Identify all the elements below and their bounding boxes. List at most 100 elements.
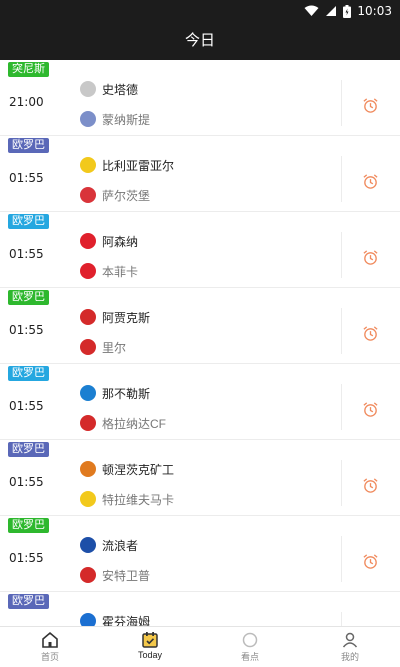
away-team-logo-icon bbox=[80, 187, 96, 203]
home-team-name: 比利亚雷亚尔 bbox=[102, 158, 175, 173]
match-time: 01:55 bbox=[9, 399, 44, 413]
status-time: 10:03 bbox=[357, 4, 392, 18]
match-row[interactable]: 欧罗巴 01:55 流浪者安特卫普 bbox=[0, 516, 400, 592]
away-team: 本菲卡 bbox=[80, 262, 138, 280]
alarm-clock-icon[interactable] bbox=[362, 401, 379, 418]
match-time: 01:55 bbox=[9, 323, 44, 337]
league-badge: 欧罗巴 bbox=[8, 518, 49, 533]
tab-home[interactable]: 首页 bbox=[0, 627, 100, 667]
divider bbox=[341, 156, 342, 202]
page-title: 今日 bbox=[0, 22, 400, 60]
divider bbox=[341, 536, 342, 582]
away-team-logo-icon bbox=[80, 263, 96, 279]
alarm-clock-icon[interactable] bbox=[362, 249, 379, 266]
home-team-name: 顿涅茨克矿工 bbox=[102, 462, 175, 477]
home-team-name: 史塔德 bbox=[102, 82, 139, 97]
away-team: 里尔 bbox=[80, 338, 126, 356]
tab-label-highlights: 看点 bbox=[240, 652, 259, 662]
league-badge: 欧罗巴 bbox=[8, 214, 49, 229]
away-team-name: 里尔 bbox=[102, 340, 127, 355]
match-time: 21:00 bbox=[9, 95, 44, 109]
home-team: 流浪者 bbox=[80, 536, 138, 554]
away-team-name: 本菲卡 bbox=[102, 264, 139, 279]
home-team-name: 那不勒斯 bbox=[102, 386, 151, 401]
tab-label-profile: 我的 bbox=[340, 652, 359, 662]
league-badge: 突尼斯 bbox=[8, 62, 49, 77]
tab-today[interactable]: Today bbox=[100, 627, 200, 667]
home-team-logo-icon bbox=[80, 309, 96, 325]
match-time: 01:55 bbox=[9, 247, 44, 261]
divider bbox=[341, 460, 342, 506]
league-badge: 欧罗巴 bbox=[8, 442, 49, 457]
tab-label-home: 首页 bbox=[40, 652, 59, 662]
away-team-logo-icon bbox=[80, 111, 96, 127]
divider bbox=[341, 232, 342, 278]
away-team: 安特卫普 bbox=[80, 566, 150, 584]
home-team-logo-icon bbox=[80, 613, 96, 626]
match-row[interactable]: 欧罗巴 01:55 顿涅茨克矿工 特拉维夫马卡 bbox=[0, 440, 400, 516]
match-list[interactable]: 突尼斯 21:00 史塔德 蒙纳斯提 欧罗巴 01:55 比利亚雷亚尔 萨尔茨堡 欧罗巴 01:5… bbox=[0, 60, 400, 626]
home-team-logo-icon bbox=[80, 157, 96, 173]
divider bbox=[341, 612, 342, 626]
away-team-name: 萨尔茨堡 bbox=[102, 188, 151, 203]
calendar-icon bbox=[142, 632, 158, 648]
league-badge: 欧罗巴 bbox=[8, 138, 49, 153]
home-team-logo-icon bbox=[80, 233, 96, 249]
away-team-logo-icon bbox=[80, 415, 96, 431]
away-team-name: 特拉维夫马卡 bbox=[102, 492, 175, 507]
home-team-name: 流浪者 bbox=[102, 538, 139, 553]
home-team: 比利亚雷亚尔 bbox=[80, 156, 174, 174]
away-team-logo-icon bbox=[80, 491, 96, 507]
home-team-logo-icon bbox=[80, 537, 96, 553]
home-team-logo-icon bbox=[80, 461, 96, 477]
away-team-logo-icon bbox=[80, 339, 96, 355]
home-team: 顿涅茨克矿工 bbox=[80, 460, 174, 478]
match-row[interactable]: 欧罗巴 霍芬海姆 bbox=[0, 592, 400, 626]
home-team: 霍芬海姆 bbox=[80, 612, 150, 626]
league-badge: 欧罗巴 bbox=[8, 366, 49, 381]
match-row[interactable]: 欧罗巴 01:55 那不勒斯格拉纳达CF bbox=[0, 364, 400, 440]
divider bbox=[341, 384, 342, 430]
tab-highlights[interactable]: 看点 bbox=[200, 627, 300, 667]
match-time: 01:55 bbox=[9, 171, 44, 185]
home-team-name: 阿森纳 bbox=[102, 234, 139, 249]
tab-label-today: Today bbox=[137, 650, 163, 660]
home-team-logo-icon bbox=[80, 385, 96, 401]
match-row[interactable]: 欧罗巴 01:55 比利亚雷亚尔 萨尔茨堡 bbox=[0, 136, 400, 212]
alarm-clock-icon[interactable] bbox=[362, 173, 379, 190]
alarm-clock-icon[interactable] bbox=[362, 553, 379, 570]
home-team: 阿贾克斯 bbox=[80, 308, 150, 326]
home-team-name: 霍芬海姆 bbox=[102, 614, 151, 627]
away-team: 格拉纳达CF bbox=[80, 414, 166, 432]
highlight-icon bbox=[242, 632, 258, 648]
match-row[interactable]: 欧罗巴 01:55 阿贾克斯里尔 bbox=[0, 288, 400, 364]
home-team-logo-icon bbox=[80, 81, 96, 97]
match-time: 01:55 bbox=[9, 475, 44, 489]
home-icon bbox=[42, 631, 58, 648]
away-team: 萨尔茨堡 bbox=[80, 186, 150, 204]
away-team: 蒙纳斯提 bbox=[80, 110, 150, 128]
home-team: 阿森纳 bbox=[80, 232, 138, 250]
league-badge: 欧罗巴 bbox=[8, 290, 49, 305]
match-row[interactable]: 欧罗巴 01:55 阿森纳本菲卡 bbox=[0, 212, 400, 288]
home-team-name: 阿贾克斯 bbox=[102, 310, 151, 325]
away-team-logo-icon bbox=[80, 567, 96, 583]
away-team-name: 格拉纳达CF bbox=[102, 416, 166, 431]
battery-icon bbox=[343, 4, 352, 18]
home-team: 那不勒斯 bbox=[80, 384, 150, 402]
away-team-name: 安特卫普 bbox=[102, 568, 151, 583]
home-team: 史塔德 bbox=[80, 80, 138, 98]
divider bbox=[341, 308, 342, 354]
match-row[interactable]: 突尼斯 21:00 史塔德蒙纳斯提 bbox=[0, 60, 400, 136]
signal-icon bbox=[326, 6, 337, 16]
wifi-icon bbox=[304, 5, 319, 16]
alarm-clock-icon[interactable] bbox=[362, 325, 379, 342]
alarm-clock-icon[interactable] bbox=[362, 97, 379, 114]
match-time: 01:55 bbox=[9, 551, 44, 565]
bottom-tab-bar: 首页 Today 看点 我的 bbox=[0, 626, 400, 667]
tab-profile[interactable]: 我的 bbox=[300, 627, 400, 667]
profile-icon bbox=[342, 632, 358, 648]
alarm-clock-icon[interactable] bbox=[362, 477, 379, 494]
away-team-name: 蒙纳斯提 bbox=[102, 112, 151, 127]
status-bar: 10:03 bbox=[0, 0, 400, 22]
